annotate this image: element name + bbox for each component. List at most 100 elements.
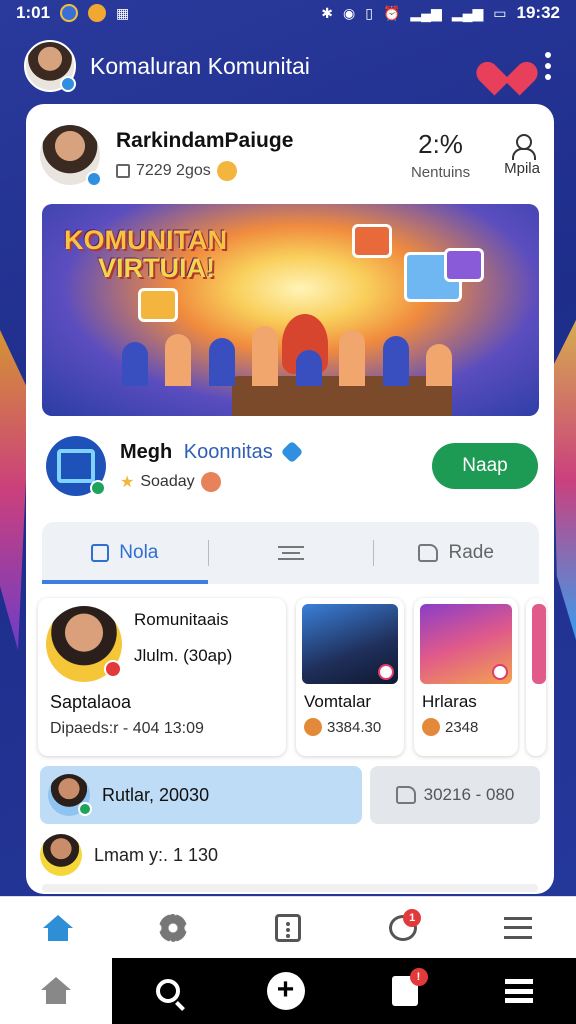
coin-icon	[304, 718, 322, 736]
card-meta: 3384.30	[304, 718, 381, 736]
like-count-button[interactable]: 30216 - 080	[370, 766, 540, 824]
stat-value: 2:%	[418, 129, 463, 159]
member-avatar	[40, 834, 82, 876]
banner-title: KOMUNITAN VIRTUIA!	[64, 226, 227, 283]
card-meta-value: 2348	[445, 718, 479, 736]
online-badge	[60, 76, 76, 92]
list-item-2[interactable]: Lmam y:. 1 130	[40, 832, 540, 878]
profile-row: RarkindamPaiuge 7229 2gos 2:% Nentuins M…	[40, 122, 540, 188]
content-card-b[interactable]: Hrlaras 2348	[414, 598, 518, 756]
card-meta-value: 3384.30	[327, 718, 382, 736]
nav-more[interactable]	[258, 903, 318, 953]
edit-icon	[91, 544, 110, 562]
alarm-icon: ⏰	[382, 4, 401, 21]
more-box-icon	[274, 913, 301, 942]
status-bar: 1:01 ▦ ✱ ◉ ▯ ⏰ ▂▄▆ ▂▄▆ ▭ 19:32	[0, 0, 576, 26]
profile-button-label: Mpila	[504, 159, 540, 177]
list-item-text: Rutlar, 20030	[102, 784, 210, 805]
content-card-main[interactable]: Romunitaais Jlulm. (30ap) Saptalaoa Dipa…	[38, 598, 286, 756]
group-subline: ★ Soaday	[120, 471, 432, 492]
group-logo-icon[interactable]	[46, 436, 106, 496]
like-icon	[395, 786, 416, 804]
smile-emoji-icon	[216, 161, 237, 181]
nav-menu[interactable]	[488, 903, 548, 953]
heart-icon[interactable]	[488, 48, 526, 84]
nav-chat[interactable]: 1	[373, 903, 433, 953]
notification-badge: !	[409, 968, 428, 986]
more-options-icon[interactable]	[544, 52, 552, 80]
group-row: Megh Koonnitas ★ Soaday Naap	[46, 434, 538, 498]
vibrate-icon: ▯	[365, 4, 373, 21]
tab-filter[interactable]	[207, 522, 374, 584]
profile-subline: 7229 2gos	[116, 161, 411, 181]
tab-bar: Nola Rade	[42, 522, 539, 584]
verified-icon	[280, 440, 304, 464]
list-item-text: Lmam y:. 1 130	[94, 844, 219, 865]
list-item[interactable]: Rutlar, 20030	[40, 766, 362, 824]
battery-icon: ▭	[493, 4, 507, 21]
card-thumbnail	[302, 604, 398, 684]
thumbnail-badge	[492, 664, 508, 680]
card-title: Hrlaras	[422, 692, 477, 711]
like-count: 30216 - 080	[423, 785, 515, 804]
gear-icon	[158, 913, 187, 942]
tab-label: Nola	[119, 542, 159, 563]
wifi-icon: ◉	[343, 4, 356, 21]
banner-title-line1: KOMUNITAN	[64, 225, 227, 255]
profile-info: RarkindamPaiuge 7229 2gos	[116, 129, 411, 181]
system-nav: + !	[0, 958, 576, 1024]
profile-avatar[interactable]	[40, 125, 102, 187]
menu-icon[interactable]	[504, 979, 533, 1003]
profile-stat[interactable]: 2:% Nentuins	[411, 129, 470, 181]
app-notification-icon	[60, 4, 79, 22]
community-banner[interactable]: KOMUNITAN VIRTUIA!	[42, 204, 539, 416]
status-time-left: 1:01	[16, 3, 51, 22]
background-decoration-right	[552, 320, 576, 640]
card-thumbnail	[420, 604, 512, 684]
nav-home[interactable]	[28, 903, 88, 953]
home-icon	[42, 914, 73, 941]
tab-nola[interactable]: Nola	[42, 522, 208, 584]
group-info: Megh Koonnitas ★ Soaday	[120, 441, 432, 492]
status-badge	[104, 660, 122, 678]
content-card-c[interactable]	[526, 598, 546, 756]
sys-home-button[interactable]	[0, 958, 112, 1024]
thumbnail-badge	[378, 664, 394, 680]
signal-icon: ▂▄▆	[410, 4, 442, 21]
main-card: RarkindamPaiuge 7229 2gos 2:% Nentuins M…	[26, 104, 554, 894]
online-badge	[90, 480, 106, 496]
user-icon	[511, 133, 537, 160]
card-meta: 2348	[422, 718, 478, 736]
card-thumbnail	[532, 604, 546, 684]
status-time-right: 19:32	[516, 3, 560, 22]
profile-name: RarkindamPaiuge	[116, 129, 294, 152]
banner-title-line2: VIRTUIA!	[98, 253, 215, 284]
bluetooth-icon: ✱	[321, 4, 333, 21]
group-name-secondary: Koonnitas	[183, 440, 273, 463]
add-icon[interactable]: +	[266, 972, 305, 1010]
search-icon[interactable]	[155, 979, 180, 1003]
sys-nav-dark: + !	[112, 958, 576, 1024]
coin-icon	[422, 718, 440, 736]
nav-settings[interactable]	[143, 903, 203, 953]
picture-tile-icon	[352, 224, 392, 258]
app-title: Komaluran Komunitai	[90, 52, 310, 79]
filter-icon	[277, 546, 304, 560]
member-avatar	[46, 606, 122, 682]
group-name: Megh Koonnitas	[120, 441, 432, 464]
document-icon[interactable]: !	[391, 968, 428, 1006]
join-button[interactable]: Naap	[432, 443, 538, 489]
tab-label: Rade	[448, 542, 494, 563]
star-icon: ★	[120, 473, 135, 491]
like-icon	[418, 544, 439, 562]
profile-button[interactable]: Mpila	[504, 133, 540, 177]
online-badge	[78, 802, 92, 816]
user-avatar[interactable]	[24, 40, 76, 92]
content-card-a[interactable]: Vomtalar 3384.30	[296, 598, 404, 756]
app-notification-icon-2	[88, 4, 107, 22]
menu-icon	[504, 916, 533, 939]
card-title: Romunitaais	[134, 610, 229, 629]
tab-rade[interactable]: Rade	[373, 522, 539, 584]
list-row-1: Rutlar, 20030 30216 - 080	[38, 766, 544, 824]
animal-tile-icon	[444, 248, 484, 282]
